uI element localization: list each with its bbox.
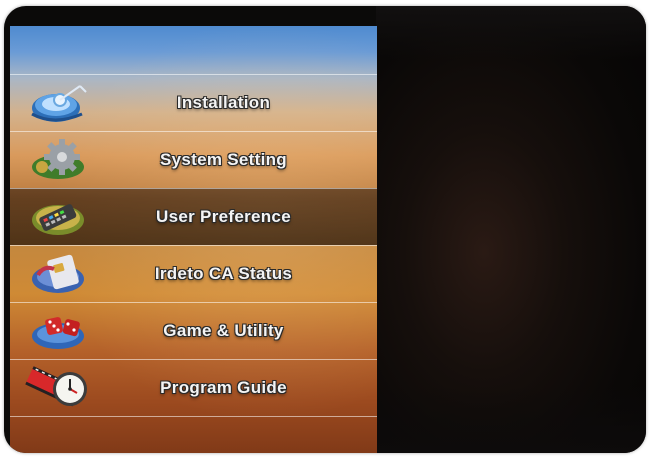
smart-card-icon [24,251,98,297]
remote-control-icon [24,194,98,240]
main-menu-list: Installation System Setting User Prefere… [10,74,377,417]
clock-film-icon [24,365,98,411]
menu-label-program-guide: Program Guide [160,378,287,397]
menu-item-game-utility[interactable]: Game & Utility [10,302,377,359]
tv-screen-photo: Installation System Setting User Prefere… [4,6,646,453]
satellite-dish-icon [24,80,98,126]
menu-label-irdeto-ca-status: Irdeto CA Status [154,264,293,283]
gear-icon [24,137,98,183]
menu-item-program-guide[interactable]: Program Guide [10,359,377,417]
main-menu-panel: Installation System Setting User Prefere… [10,26,377,453]
menu-label-game-utility: Game & Utility [163,321,284,340]
menu-label-installation: Installation [176,93,271,112]
tv-dark-area [376,6,646,453]
dice-icon [24,308,98,354]
menu-label-system-setting: System Setting [159,150,287,169]
menu-item-user-preference[interactable]: User Preference [10,188,377,245]
menu-label-user-preference: User Preference [156,207,291,226]
menu-item-installation[interactable]: Installation [10,74,377,131]
menu-item-system-setting[interactable]: System Setting [10,131,377,188]
menu-item-irdeto-ca-status[interactable]: Irdeto CA Status [10,245,377,302]
